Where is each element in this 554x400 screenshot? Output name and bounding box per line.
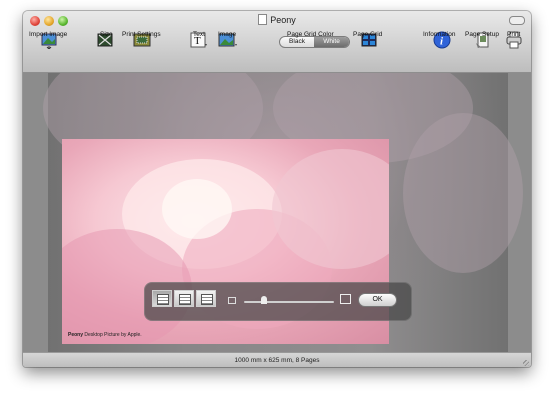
page-grid-color-label: Page Grid Color: [287, 31, 334, 38]
size-label: Size: [100, 31, 113, 38]
text-label: Text: [193, 31, 205, 38]
page-grid-label: Page Grid: [353, 31, 383, 38]
ok-button[interactable]: OK: [358, 293, 397, 307]
page-grid-color-white[interactable]: White: [314, 37, 349, 47]
layout-hud: OK: [144, 282, 412, 321]
import-image-label: Import Image: [29, 31, 68, 38]
status-text: 1000 mm x 625 mm, 8 Pages: [234, 357, 320, 364]
window-title: Peony: [23, 14, 531, 25]
toolbar-toggle-button[interactable]: [509, 16, 525, 25]
zoom-slider-thumb[interactable]: [261, 296, 267, 304]
single-page-icon: [157, 294, 169, 305]
page-setup-label: Page Setup: [465, 31, 499, 38]
page-grid-color-black[interactable]: Black: [280, 37, 314, 47]
print-settings-label: Print Settings: [122, 31, 161, 38]
document-icon: [258, 14, 268, 25]
zoom-out-image-icon: [228, 297, 236, 304]
print-label: Print: [507, 31, 521, 38]
layout-columns-button[interactable]: [174, 290, 194, 307]
photo-caption: Peony Desktop Picture by Apple.: [68, 332, 142, 338]
stacked-icon: [201, 294, 213, 305]
title-toolbar: Peony Import Image Size Print Settings T…: [23, 11, 531, 73]
status-bar: 1000 mm x 625 mm, 8 Pages: [23, 352, 531, 367]
app-window: Peony Import Image Size Print Settings T…: [23, 11, 531, 367]
information-label: Information: [423, 31, 456, 38]
page-canvas[interactable]: Peony Desktop Picture by Apple. OK: [23, 73, 531, 352]
photo-petal: [162, 179, 232, 239]
zoom-slider[interactable]: [244, 301, 334, 303]
image-label: Image: [218, 31, 237, 38]
layout-stacked-button[interactable]: [196, 290, 216, 307]
layout-single-button[interactable]: [152, 290, 172, 307]
columns-icon: [179, 294, 191, 305]
zoom-in-image-icon: [340, 294, 351, 304]
resize-grip-icon[interactable]: [523, 360, 529, 366]
